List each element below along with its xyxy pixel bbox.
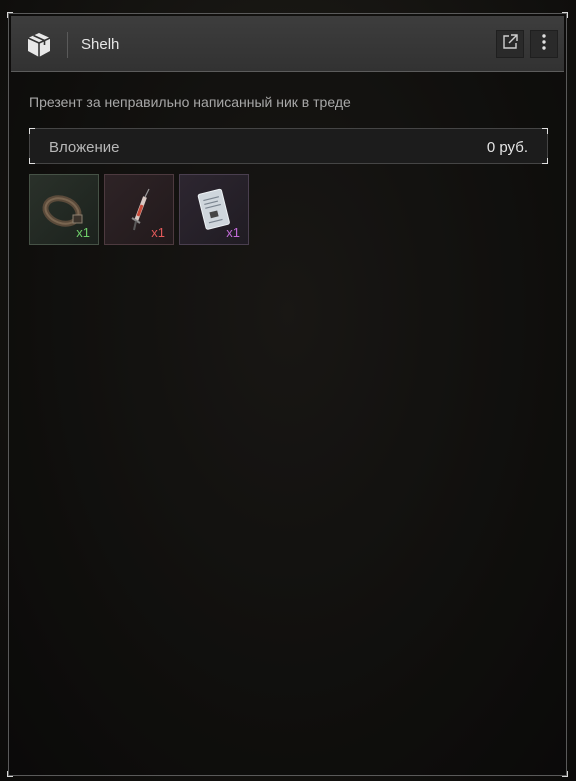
open-external-icon [501, 33, 519, 56]
sender-name: Shelh [81, 36, 120, 53]
header-divider [67, 32, 68, 58]
syringe-item[interactable]: x1 [104, 174, 174, 245]
corner-decoration [542, 128, 548, 134]
item-quantity: x1 [151, 225, 165, 240]
open-external-button[interactable] [496, 30, 524, 58]
attachment-bar: Вложение 0 руб. [29, 128, 548, 164]
corner-decoration [7, 771, 13, 777]
attached-items-list: x1 x1 x1 [29, 174, 249, 245]
item-quantity: x1 [226, 225, 240, 240]
attachment-value: 0 руб. [486, 139, 528, 156]
window-header: Shelh [11, 16, 564, 72]
message-window: Shelh Презент за неправильно написанный … [7, 12, 568, 777]
corner-decoration [29, 158, 35, 164]
attachment-label: Вложение [49, 139, 120, 156]
item-quantity: x1 [76, 225, 90, 240]
belt-item[interactable]: x1 [29, 174, 99, 245]
corner-decoration [29, 128, 35, 134]
message-text: Презент за неправильно написанный ник в … [29, 94, 351, 110]
document-item[interactable]: x1 [179, 174, 249, 245]
package-box-icon [25, 31, 53, 59]
corner-decoration [542, 158, 548, 164]
corner-decoration [562, 771, 568, 777]
more-options-button[interactable] [530, 30, 558, 58]
more-vertical-icon [541, 33, 547, 56]
